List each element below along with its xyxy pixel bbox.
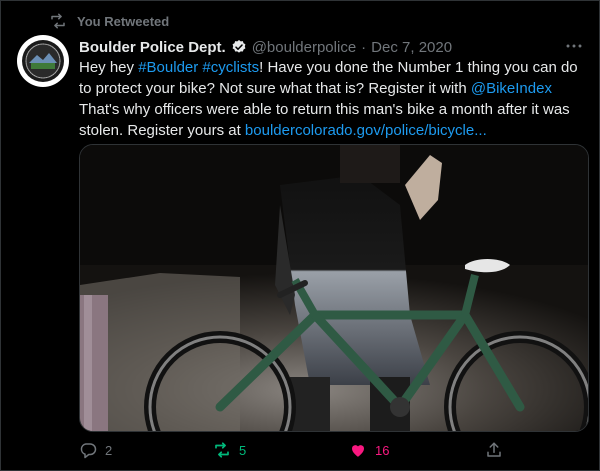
reply-icon [80,443,97,459]
reply-count: 2 [105,442,113,458]
reply-button[interactable]: 2 [79,441,112,459]
tweet-text-part: Hey hey [79,59,139,76]
like-icon [352,445,364,457]
tweet-actions: 2 5 16 [79,441,589,461]
hashtag-boulder[interactable]: #Boulder [138,59,198,76]
share-button[interactable] [485,441,503,459]
photo-man-with-bicycle [80,145,588,431]
verified-badge-icon [232,40,246,53]
retweet-banner-text: You Retweeted [77,13,170,29]
tweet-date[interactable]: Dec 7, 2020 [371,39,452,56]
tweet-card: You Retweeted Boulder Police Dept. @boul… [0,0,600,471]
retweet-count: 5 [239,442,247,458]
tweet-photo[interactable] [79,144,589,432]
more-icon [566,44,582,48]
tweet-header: Boulder Police Dept. @boulderpolice · De… [79,37,452,57]
avatar[interactable] [17,35,69,87]
police-badge-logo [18,36,68,86]
tweet-url-link[interactable]: bouldercolorado.gov/police/bicycle... [245,122,487,139]
retweet-icon [51,13,65,29]
retweet-icon [215,442,229,458]
like-count: 16 [375,442,390,458]
more-options-button[interactable] [565,39,583,53]
header-separator: · [361,38,367,56]
author-handle[interactable]: @boulderpolice [252,39,356,56]
like-button[interactable]: 16 [349,441,389,459]
retweet-button[interactable]: 5 [213,441,246,459]
retweet-banner: You Retweeted [49,11,169,31]
tweet-text: Hey hey #Boulder #cyclists! Have you don… [79,57,579,141]
hashtag-cyclists[interactable]: #cyclists [202,59,259,76]
share-icon [487,442,501,457]
author-name[interactable]: Boulder Police Dept. [79,39,226,56]
mention-bikeindex[interactable]: @BikeIndex [471,80,552,97]
